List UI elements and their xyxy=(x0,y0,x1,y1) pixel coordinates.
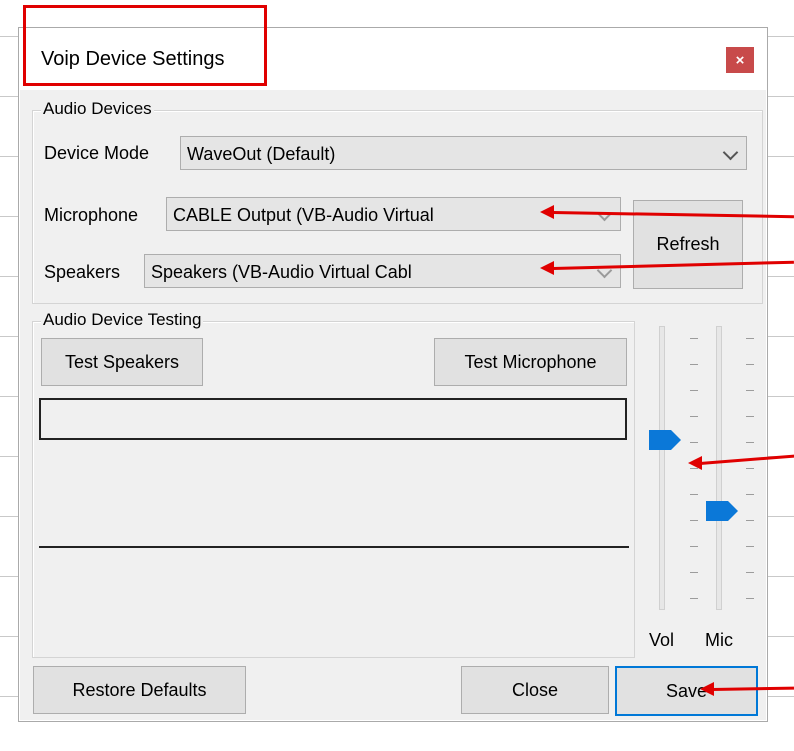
volume-thumb-tip xyxy=(671,429,681,450)
audio-device-testing-group: Audio Device Testing Test Speakers Test … xyxy=(32,310,635,658)
slider-tick xyxy=(690,416,698,417)
slider-tick xyxy=(746,364,754,365)
device-mode-select[interactable]: WaveOut (Default) xyxy=(180,136,747,170)
slider-tick xyxy=(746,546,754,547)
slider-tick xyxy=(746,598,754,599)
mic-thumb-body xyxy=(706,500,728,521)
slider-tick xyxy=(746,520,754,521)
test-microphone-button[interactable]: Test Microphone xyxy=(434,338,627,386)
speakers-label: Speakers xyxy=(44,262,121,282)
slider-tick xyxy=(690,520,698,521)
slider-tick xyxy=(746,338,754,339)
annotation-arrow-head xyxy=(688,456,702,470)
save-button[interactable]: Save xyxy=(615,666,758,716)
annotation-arrow-head xyxy=(700,682,714,696)
mic-slider-track[interactable] xyxy=(716,326,722,610)
slider-tick xyxy=(690,572,698,573)
slider-tick xyxy=(746,494,754,495)
test-speakers-button[interactable]: Test Speakers xyxy=(41,338,203,386)
speakers-value: Speakers (VB-Audio Virtual Cabl xyxy=(151,262,412,282)
slider-tick xyxy=(690,494,698,495)
annotation-arrow-head xyxy=(540,261,554,275)
audio-devices-legend: Audio Devices xyxy=(41,99,154,119)
volume-slider-track[interactable] xyxy=(659,326,665,610)
close-icon[interactable]: × xyxy=(726,47,754,73)
slider-tick xyxy=(690,598,698,599)
slider-tick xyxy=(746,390,754,391)
audio-devices-group: Audio Devices Device Mode WaveOut (Defau… xyxy=(32,99,763,304)
slider-tick xyxy=(690,546,698,547)
close-button[interactable]: Close xyxy=(461,666,609,714)
slider-tick xyxy=(746,572,754,573)
device-mode-value: WaveOut (Default) xyxy=(187,144,336,164)
slider-tick xyxy=(690,442,698,443)
slider-tick xyxy=(690,338,698,339)
voip-settings-dialog: Voip Device Settings × Audio Devices Dev… xyxy=(18,27,768,722)
slider-tick xyxy=(746,442,754,443)
device-mode-label: Device Mode xyxy=(44,143,150,163)
speaker-level-meter xyxy=(39,398,627,440)
vol-label: Vol xyxy=(649,630,675,650)
waveform-baseline xyxy=(39,546,629,548)
chevron-down-icon xyxy=(722,144,739,161)
microphone-value: CABLE Output (VB-Audio Virtual xyxy=(173,205,434,225)
slider-tick xyxy=(746,416,754,417)
mic-label: Mic xyxy=(705,630,733,650)
annotation-arrow-head xyxy=(540,205,554,219)
mic-thumb-tip xyxy=(728,500,738,521)
volume-thumb-body xyxy=(649,429,671,450)
restore-defaults-button[interactable]: Restore Defaults xyxy=(33,666,246,714)
title-highlight-box xyxy=(23,5,267,86)
audio-device-testing-legend: Audio Device Testing xyxy=(41,310,204,330)
slider-tick xyxy=(690,364,698,365)
slider-tick xyxy=(690,390,698,391)
microphone-label: Microphone xyxy=(44,205,139,225)
slider-tick xyxy=(746,468,754,469)
